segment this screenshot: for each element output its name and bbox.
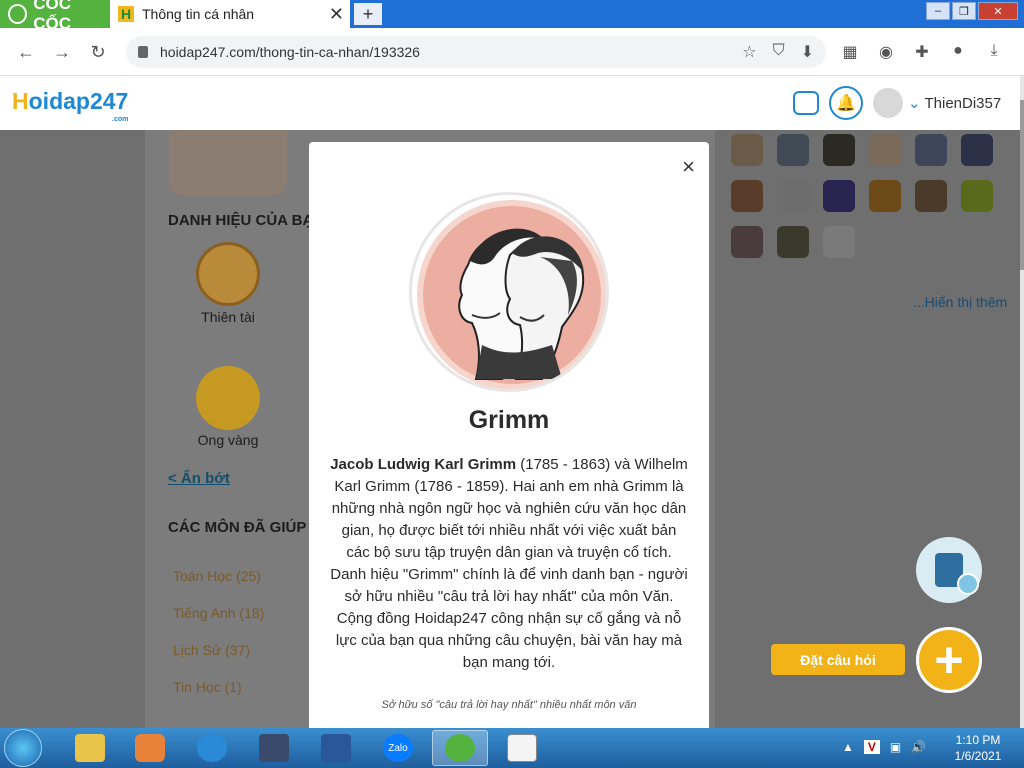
coccoc-brand-tab[interactable]: CỐC CỐC: [0, 0, 110, 33]
close-window-icon[interactable]: ✕: [978, 2, 1018, 20]
hoidap-favicon-icon: H: [118, 6, 134, 22]
notification-bell-icon[interactable]: 🔔: [829, 86, 863, 120]
profile-icon[interactable]: ●: [948, 42, 968, 62]
chevron-down-icon: ⌄: [908, 95, 921, 112]
title-detail-modal: × Grimm Jacob Ludwig Karl Grimm (1785 - …: [309, 142, 709, 728]
network-tray-icon[interactable]: ▣: [890, 740, 901, 754]
chat-icon[interactable]: [793, 91, 819, 115]
bookmark-star-icon[interactable]: ☆: [742, 42, 756, 62]
address-bar[interactable]: hoidap247.com/thong-tin-ca-nhan/193326 ☆…: [126, 36, 826, 68]
username-label: ThienDi357: [924, 95, 1002, 112]
clock-time: 1:10 PM: [955, 733, 1001, 747]
hoidap247-logo[interactable]: Hoidap247 .com: [12, 88, 129, 123]
follower-avatar[interactable]: [915, 180, 947, 212]
window-controls: – ❐ ✕: [926, 2, 1018, 20]
follower-avatar[interactable]: [915, 134, 947, 166]
back-icon[interactable]: ←: [14, 40, 38, 64]
extensions-puzzle-icon[interactable]: ✚: [912, 42, 932, 62]
reload-icon[interactable]: ↻: [86, 40, 110, 64]
bee-badge-icon[interactable]: [196, 366, 260, 430]
forward-icon[interactable]: →: [50, 40, 74, 64]
subject-item[interactable]: Lịch Sử (37): [173, 642, 250, 658]
follower-avatar[interactable]: [869, 134, 901, 166]
modal-close-icon[interactable]: ×: [682, 154, 695, 180]
media-player-taskbar-icon[interactable]: [122, 730, 178, 766]
subject-item[interactable]: Tiếng Anh (18): [173, 605, 264, 621]
system-tray: ▲ V ▣ 🔊: [842, 740, 926, 754]
badge-label-genius: Thiên tài: [201, 309, 255, 325]
follower-avatar[interactable]: [823, 134, 855, 166]
subject-item[interactable]: Toán Học (25): [173, 568, 261, 584]
modal-description-bold: Jacob Ludwig Karl Grimm: [330, 456, 517, 473]
minimize-icon[interactable]: –: [926, 2, 950, 20]
lock-icon: [138, 46, 148, 58]
internet-explorer-taskbar-icon[interactable]: [184, 730, 240, 766]
subject-item[interactable]: Tin Học (1): [173, 679, 242, 695]
logo-suffix: .com: [112, 116, 129, 123]
calendar-extension-icon[interactable]: ▦: [840, 42, 860, 62]
show-less-link[interactable]: < Ẩn bớt: [168, 470, 230, 487]
subjects-heading: CÁC MÔN ĐÃ GIÚP: [168, 519, 307, 536]
scrollbar-thumb[interactable]: [1020, 100, 1024, 270]
tab-title: Thông tin cá nhân: [142, 6, 255, 22]
logo-text: oidap247: [28, 88, 129, 114]
titles-heading: DANH HIỆU CỦA BẠ: [168, 212, 314, 229]
modal-description-text: (1785 - 1863) và Wilhelm Karl Grimm (178…: [330, 456, 688, 671]
url-text: hoidap247.com/thong-tin-ca-nhan/193326: [160, 44, 420, 60]
shield-icon[interactable]: ⛉: [773, 42, 785, 62]
follower-avatar[interactable]: [777, 226, 809, 258]
windows-taskbar: Zalo ▲ V ▣ 🔊 1:10 PM 1/6/2021: [0, 728, 1024, 768]
logo-h: H: [12, 88, 29, 114]
follower-avatar[interactable]: [823, 180, 855, 212]
show-more-link[interactable]: ...Hiển thị thêm: [913, 294, 1007, 310]
maximize-icon[interactable]: ❐: [952, 2, 976, 20]
follower-avatar[interactable]: [731, 134, 763, 166]
volume-tray-icon[interactable]: 🔊: [911, 740, 926, 754]
modal-description: Jacob Ludwig Karl Grimm (1785 - 1863) và…: [329, 454, 689, 674]
file-explorer-taskbar-icon[interactable]: [62, 730, 118, 766]
new-tab-button[interactable]: +: [354, 3, 382, 25]
windows-start-button[interactable]: [4, 729, 42, 767]
follower-avatar[interactable]: [731, 180, 763, 212]
grimm-portrait-image: [409, 192, 609, 392]
page-scrollbar[interactable]: [1020, 76, 1024, 728]
follower-avatar[interactable]: [731, 226, 763, 258]
photo-app-taskbar-icon[interactable]: [246, 730, 302, 766]
my-questions-button[interactable]: [916, 537, 982, 603]
modal-title: Grimm: [468, 406, 550, 434]
coccoc-logo-icon: [8, 4, 28, 24]
avatar[interactable]: [873, 88, 903, 118]
downloads-icon[interactable]: ⤓: [984, 42, 1004, 62]
site-header: Hoidap247 .com 🔔 ⌄ ThienDi357: [0, 76, 1020, 130]
follower-avatar[interactable]: [961, 180, 993, 212]
browser-tab-bar: CỐC CỐC H Thông tin cá nhân ✕ + – ❐ ✕: [0, 0, 1024, 33]
chrome-extension-icon[interactable]: ◉: [876, 42, 896, 62]
tray-expand-icon[interactable]: ▲: [842, 740, 854, 754]
follower-avatar[interactable]: [961, 134, 993, 166]
follower-avatar[interactable]: [869, 180, 901, 212]
ask-question-label[interactable]: Đặt câu hỏi: [771, 644, 905, 675]
genius-badge-icon[interactable]: [196, 242, 260, 306]
username[interactable]: ⌄ ThienDi357: [908, 94, 1001, 112]
profile-cover-photo: [169, 130, 287, 196]
tab-close-icon[interactable]: ✕: [329, 4, 344, 25]
browser-toolbar: ← → ↻ hoidap247.com/thong-tin-ca-nhan/19…: [0, 28, 1024, 76]
download-page-icon[interactable]: ⬇: [801, 42, 814, 62]
tab-profile[interactable]: H Thông tin cá nhân ✕: [110, 0, 350, 28]
word-taskbar-icon[interactable]: [308, 730, 364, 766]
antivirus-tray-icon[interactable]: V: [863, 740, 880, 754]
follower-avatar[interactable]: [777, 134, 809, 166]
clock-date: 1/6/2021: [954, 749, 1002, 763]
followers-column: [720, 130, 1020, 728]
zalo-taskbar-icon[interactable]: Zalo: [370, 730, 426, 766]
ask-question-plus-button[interactable]: +: [916, 627, 982, 693]
coccoc-taskbar-icon[interactable]: [432, 730, 488, 766]
follower-avatar[interactable]: [823, 226, 855, 258]
modal-footnote: Sở hữu số "câu trả lời hay nhất" nhiều n…: [381, 699, 637, 711]
document-check-icon: [935, 553, 979, 595]
follower-avatar[interactable]: [777, 180, 809, 212]
taskbar-clock[interactable]: 1:10 PM 1/6/2021: [942, 732, 1014, 764]
badge-label-bee: Ong vàng: [197, 432, 259, 448]
document-taskbar-icon[interactable]: [494, 730, 550, 766]
